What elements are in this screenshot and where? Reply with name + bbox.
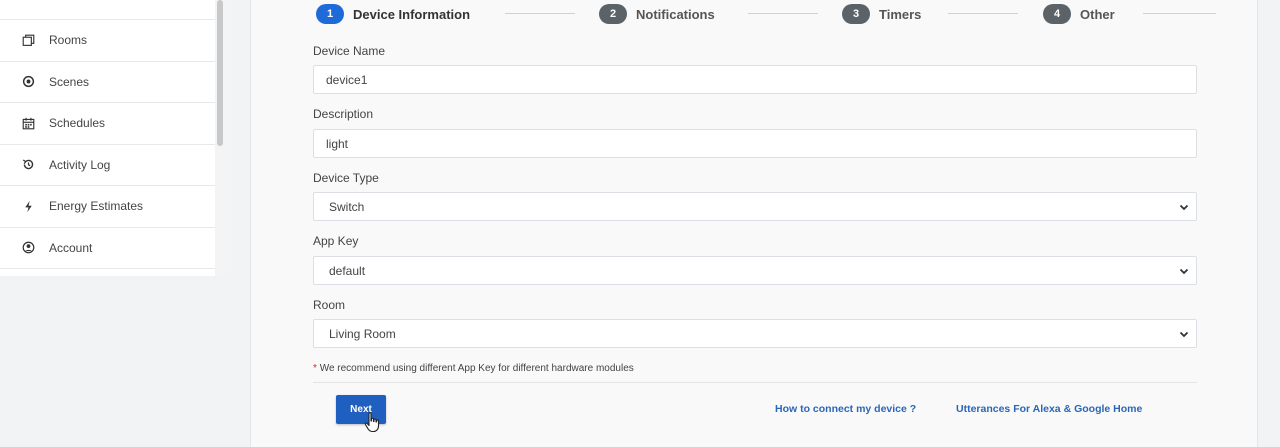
form-divider <box>313 382 1197 383</box>
sidebar-list: Rooms Scenes Schedules Activity Log Ener… <box>0 0 215 269</box>
bolt-icon <box>20 198 36 214</box>
step-number: 4 <box>1043 4 1071 24</box>
note-text: We recommend using different App Key for… <box>319 363 634 374</box>
step-number: 3 <box>842 4 870 24</box>
chevron-down-icon <box>1178 265 1190 277</box>
scenes-icon <box>20 74 36 90</box>
device-name-input[interactable]: device1 <box>313 65 1197 94</box>
step-label: Device Information <box>353 6 471 22</box>
sidebar-item-top[interactable] <box>0 0 215 20</box>
room-label: Room <box>313 298 346 312</box>
sidebar-item-scenes[interactable]: Scenes <box>0 62 215 103</box>
sidebar: Rooms Scenes Schedules Activity Log Ener… <box>0 0 225 276</box>
app-key-note: * We recommend using different App Key f… <box>313 363 634 374</box>
required-asterisk: * <box>313 363 317 374</box>
step-number: 2 <box>599 4 627 24</box>
sidebar-item-rooms[interactable]: Rooms <box>0 20 215 62</box>
sidebar-item-energy-estimates[interactable]: Energy Estimates <box>0 186 215 228</box>
device-type-value: Switch <box>329 199 365 214</box>
description-value: light <box>326 136 349 151</box>
sidebar-item-schedules[interactable]: Schedules <box>0 103 215 145</box>
app-key-value: default <box>329 263 366 278</box>
device-form-card: 1 Device Information 2 Notifications 3 T… <box>250 0 1258 447</box>
rooms-icon <box>20 32 36 48</box>
sidebar-item-label: Activity Log <box>49 157 111 172</box>
calendar-icon <box>20 115 36 131</box>
device-name-label: Device Name <box>313 44 386 58</box>
step-connector <box>948 13 1018 14</box>
description-input[interactable]: light <box>313 129 1197 158</box>
room-value: Living Room <box>329 326 396 341</box>
sidebar-item-label: Account <box>49 240 93 255</box>
step-label: Timers <box>879 6 922 22</box>
sidebar-item-activity-log[interactable]: Activity Log <box>0 145 215 186</box>
sidebar-item-label: Energy Estimates <box>49 199 144 214</box>
device-name-value: device1 <box>326 72 368 87</box>
sidebar-item-account[interactable]: Account <box>0 228 215 269</box>
utterances-link[interactable]: Utterances For Alexa & Google Home <box>956 403 1142 415</box>
chevron-down-icon <box>1178 201 1190 213</box>
device-type-label: Device Type <box>313 171 379 185</box>
history-icon <box>20 157 36 173</box>
stepper: 1 Device Information 2 Notifications 3 T… <box>316 4 1236 24</box>
step-other[interactable]: 4 Other <box>1043 4 1115 24</box>
description-label: Description <box>313 107 374 121</box>
user-circle-icon <box>20 240 36 256</box>
step-label: Other <box>1080 6 1115 22</box>
hand-cursor-icon <box>364 412 380 433</box>
sidebar-item-label: Schedules <box>49 116 106 131</box>
sidebar-item-label: Scenes <box>49 74 90 89</box>
device-type-select[interactable]: Switch <box>313 192 1197 221</box>
step-label: Notifications <box>636 6 715 22</box>
app-key-label: App Key <box>313 234 359 248</box>
step-number: 1 <box>316 4 344 24</box>
step-notifications[interactable]: 2 Notifications <box>599 4 715 24</box>
app-key-select[interactable]: default <box>313 256 1197 285</box>
step-connector <box>1143 13 1216 14</box>
room-select[interactable]: Living Room <box>313 319 1197 348</box>
sidebar-scrollbar-thumb[interactable] <box>217 0 223 146</box>
sidebar-item-label: Rooms <box>49 33 88 48</box>
step-timers[interactable]: 3 Timers <box>842 4 921 24</box>
step-connector <box>748 13 818 14</box>
chevron-down-icon <box>1178 328 1190 340</box>
step-connector <box>505 13 575 14</box>
how-to-connect-link[interactable]: How to connect my device ? <box>775 403 916 415</box>
step-device-information[interactable]: 1 Device Information <box>316 4 470 24</box>
